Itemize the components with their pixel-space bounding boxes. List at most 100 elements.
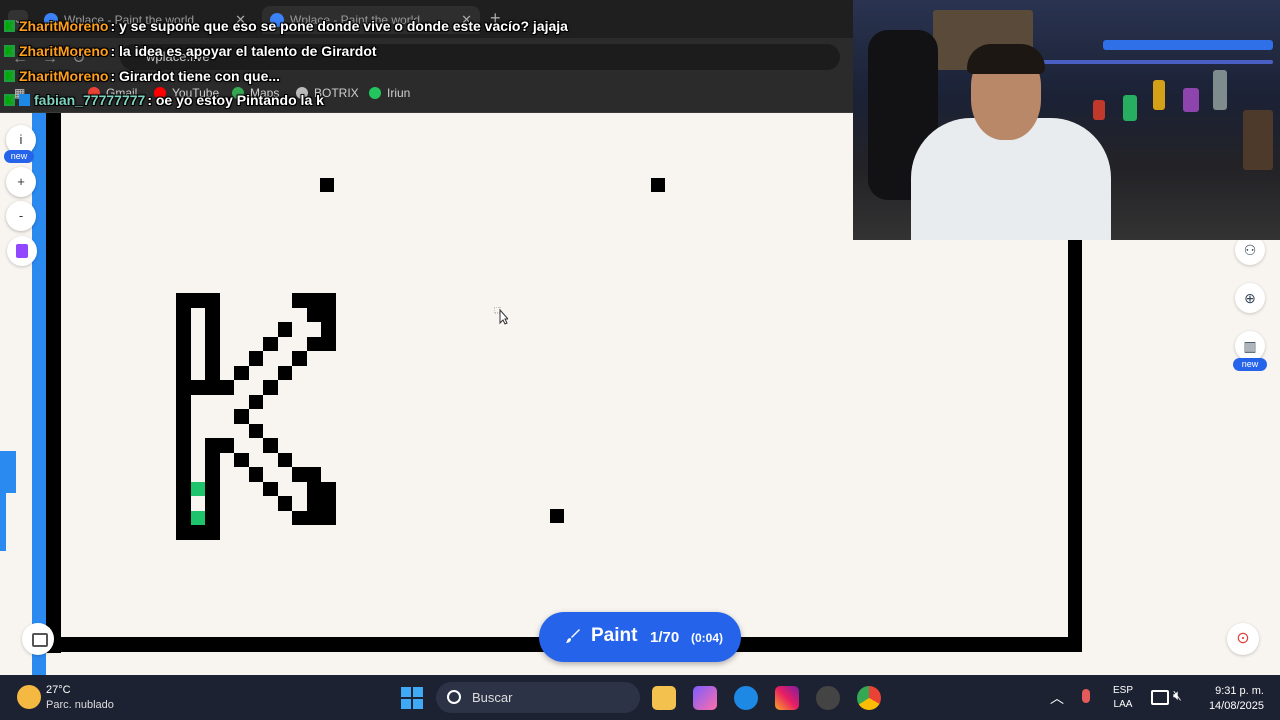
canvas-blue-area (0, 493, 6, 551)
file-explorer-icon[interactable] (652, 686, 676, 710)
painted-pixel (176, 394, 191, 540)
kick-badge-icon (4, 20, 15, 32)
painted-pixel (205, 307, 220, 380)
painted-pixel (263, 336, 278, 351)
paint-charges: 1/70 (650, 629, 680, 646)
kick-badge-icon (4, 69, 15, 82)
painted-pixel (321, 307, 336, 351)
map-layers-button[interactable] (22, 623, 54, 655)
chat-text: : Girardot tiene con que... (110, 67, 281, 84)
twitch-button[interactable] (7, 236, 37, 266)
placed-pixel (190, 481, 205, 496)
chat-text: : la idea es apoyar el talento de Girard… (110, 42, 377, 59)
paint-timer: (0:04) (691, 631, 724, 645)
chat-username: ZharitMoreno (19, 67, 109, 84)
chat-message: ZharitMoreno: la idea es apoyar el talen… (0, 39, 860, 64)
leaderboard-button[interactable]: ▥ new (1233, 331, 1267, 371)
painted-pixel (306, 336, 321, 351)
painted-pixel (263, 481, 278, 496)
chat-message: ZharitMoreno: Girardot tiene con que... (0, 64, 860, 89)
system-clock[interactable]: 9:31 p. m. 14/08/2025 (1198, 684, 1264, 714)
keyboard-layout: LAA (1113, 699, 1133, 710)
chat-username: ZharitMoreno (19, 42, 109, 59)
zoom-out-button[interactable]: - (6, 201, 36, 231)
painted-pixel (292, 351, 307, 366)
painted-pixel (234, 365, 249, 380)
paint-button[interactable]: Paint 1/70 (0:04) (539, 612, 741, 662)
chat-message: ZharitMoreno: y se supone que eso se pon… (0, 14, 860, 39)
painted-pixel (234, 452, 249, 467)
painted-pixel (306, 307, 321, 322)
weather-description[interactable]: Parc. nublado (46, 699, 114, 711)
painted-pixel (190, 525, 220, 540)
painted-pixel (320, 178, 334, 192)
people-icon: ⚇ (1243, 242, 1257, 258)
zoom-in-button[interactable]: + (6, 167, 36, 197)
kick-badge-icon (4, 94, 15, 107)
sub-badge-icon (19, 94, 30, 107)
search-icon (447, 690, 461, 704)
painted-pixel (550, 509, 564, 523)
placed-pixel (190, 510, 205, 525)
microphone-icon[interactable] (1082, 689, 1090, 703)
painted-pixel (234, 409, 249, 424)
language-indicator[interactable]: ESP LAA (1110, 684, 1136, 712)
clock-time: 9:31 p. m. (1215, 685, 1264, 697)
chat-text: : y se supone que eso se pone donde vive… (110, 18, 568, 34)
locate-button[interactable]: ⊙ (1227, 623, 1259, 655)
new-badge: new (1233, 358, 1267, 371)
clock-date: 14/08/2025 (1208, 700, 1264, 712)
chrome-icon[interactable] (857, 686, 881, 710)
painted-pixel (321, 481, 336, 525)
painted-pixel (263, 380, 278, 395)
paintbrush-icon (566, 629, 580, 643)
right-toolbar: ⚇ ⊕ ▥ new (1233, 235, 1267, 379)
weather-temperature[interactable]: 27°C (46, 684, 71, 696)
painted-pixel (651, 178, 665, 192)
chat-username: ZharitMoreno (19, 18, 109, 34)
volume-muted-icon[interactable]: 🔇︎ (1173, 687, 1182, 704)
painted-pixel (248, 423, 263, 438)
painted-pixel (248, 351, 263, 366)
left-toolbar: i new + - (4, 125, 38, 235)
plus-icon: + (17, 174, 25, 189)
canvas-border-right (1068, 240, 1082, 652)
weather-icon[interactable] (17, 685, 41, 709)
search-location-button[interactable]: ⊕ (1235, 283, 1265, 313)
windows-taskbar: 27°C Parc. nublado Buscar ︿ ESP LAA 🔇︎ 9… (0, 675, 1280, 720)
obs-icon[interactable] (816, 686, 840, 710)
chat-text: : oe yo estoy Pintando la k (147, 92, 324, 109)
canvas-border-left (46, 113, 61, 653)
copilot-icon[interactable] (693, 686, 717, 710)
edge-icon[interactable] (734, 686, 758, 710)
windows-start-icon[interactable] (401, 687, 423, 709)
painted-pixel (292, 293, 336, 308)
painted-pixel (306, 467, 321, 525)
webcam-person-hair (967, 44, 1045, 74)
canvas-blue-area (0, 451, 16, 493)
language-code: ESP (1112, 685, 1133, 696)
paint-label: Paint (591, 625, 638, 646)
minus-icon: - (18, 208, 24, 223)
location-target-icon: ⊙ (1236, 630, 1250, 647)
search-placeholder: Buscar (472, 690, 513, 705)
painted-pixel (176, 293, 220, 308)
instagram-icon[interactable] (775, 686, 799, 710)
chevron-up-icon[interactable]: ︿ (1050, 688, 1064, 708)
info-icon: i (19, 132, 23, 147)
kick-badge-icon (4, 44, 15, 57)
taskbar-search-input[interactable]: Buscar (436, 682, 640, 713)
mouse-cursor-icon (494, 307, 508, 325)
chat-message: fabian_77777777: oe yo estoy Pintando la… (0, 88, 860, 113)
painted-pixel (248, 394, 263, 409)
painted-pixel (263, 438, 278, 453)
search-globe-icon: ⊕ (1244, 290, 1256, 306)
stream-chat-overlay: ZharitMoreno: y se supone que eso se pon… (0, 14, 860, 113)
network-icon[interactable] (1151, 690, 1169, 705)
painted-pixel (277, 322, 292, 337)
info-button[interactable]: i new (4, 125, 36, 163)
painted-pixel (277, 365, 292, 380)
webcam-overlay (853, 0, 1280, 240)
new-badge: new (4, 150, 34, 163)
painted-pixel (248, 467, 263, 482)
